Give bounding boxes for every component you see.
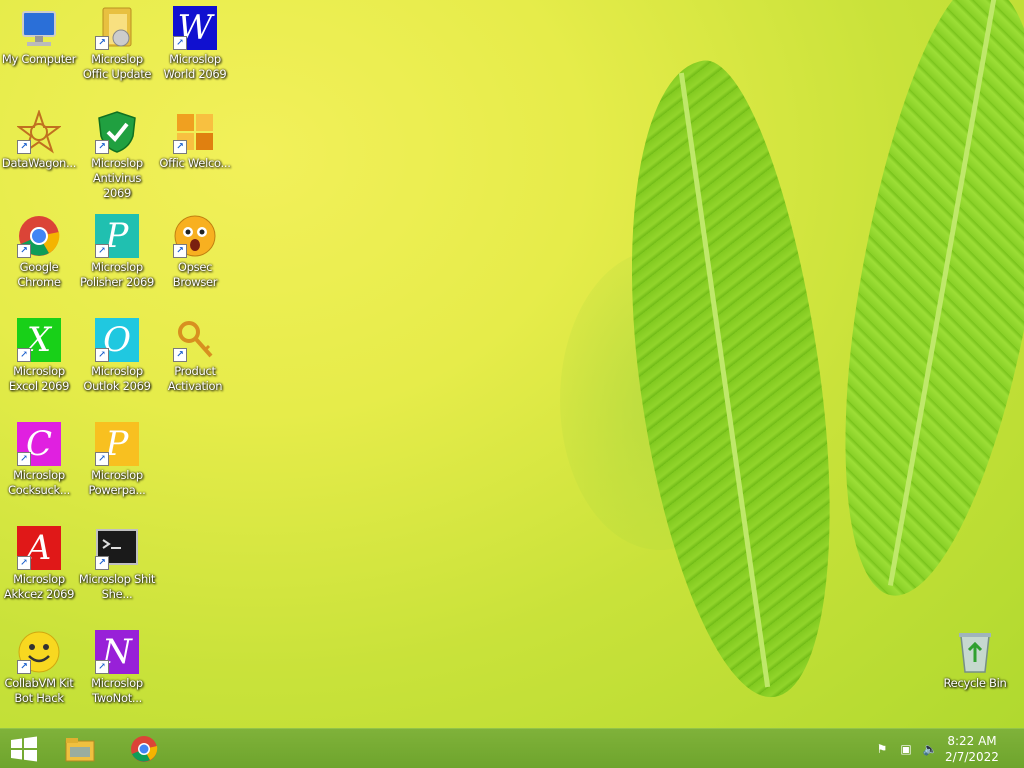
shortcut-arrow-icon: ↗ <box>17 140 31 154</box>
polisher-icon: P ↗ <box>95 214 139 258</box>
desktop-icon-datawagon[interactable]: ↗ DataWagon... <box>0 104 78 171</box>
excel-icon: X ↗ <box>17 318 61 362</box>
key-icon: ↗ <box>173 318 217 362</box>
desktop-icon-microslop-twonot[interactable]: N ↗ Microslop TwoNot... <box>78 624 156 706</box>
desktop-icon-offic-welco[interactable]: ↗ Offic Welco... <box>156 104 234 171</box>
taskbar: ⚑ ▣ 🔈 8:22 AM 2/7/2022 <box>0 728 1024 768</box>
shortcut-arrow-icon: ↗ <box>95 556 109 570</box>
powerpoint-icon: P ↗ <box>95 422 139 466</box>
office-icon: ↗ <box>173 110 217 154</box>
shortcut-arrow-icon: ↗ <box>173 140 187 154</box>
desktop-icon-my-computer[interactable]: My Computer <box>0 0 78 67</box>
folder-update-icon: ↗ <box>95 6 139 50</box>
word-icon: W ↗ <box>173 6 217 50</box>
start-button[interactable] <box>4 733 44 765</box>
taskbar-file-explorer[interactable] <box>60 733 100 765</box>
access-icon: A ↗ <box>17 526 61 570</box>
shortcut-arrow-icon: ↗ <box>173 244 187 258</box>
desktop-icon-opsec-browser[interactable]: ↗ Opsec Browser <box>156 208 234 290</box>
desktop-icon-microslop-world[interactable]: W ↗ Microslop World 2069 <box>156 0 234 82</box>
c-tile-icon: C ↗ <box>17 422 61 466</box>
action-center-flag-icon[interactable]: ⚑ <box>874 741 890 757</box>
shortcut-arrow-icon: ↗ <box>95 140 109 154</box>
shortcut-arrow-icon: ↗ <box>173 348 187 362</box>
clock[interactable]: 8:22 AM 2/7/2022 <box>942 733 1002 765</box>
onenote-icon: N ↗ <box>95 630 139 674</box>
shortcut-arrow-icon: ↗ <box>17 348 31 362</box>
chrome-icon <box>131 736 158 762</box>
shortcut-arrow-icon: ↗ <box>95 348 109 362</box>
shortcut-arrow-icon: ↗ <box>17 556 31 570</box>
terminal-icon: ↗ <box>95 526 139 570</box>
desktop-icon-product-activation[interactable]: ↗ Product Activation <box>156 312 234 394</box>
smiley-icon: ↗ <box>17 630 61 674</box>
shortcut-arrow-icon: ↗ <box>17 660 31 674</box>
desktop-icon-microslop-outlok[interactable]: O ↗ Microslop Outlok 2069 <box>78 312 156 394</box>
desktop-icon-microslop-c[interactable]: C ↗ Microslop Cocksuck... <box>0 416 78 498</box>
desktop-icon-microslop-excol[interactable]: X ↗ Microslop Excol 2069 <box>0 312 78 394</box>
network-icon[interactable]: ▣ <box>898 741 914 757</box>
folder-icon <box>65 738 95 762</box>
volume-muted-icon[interactable]: 🔈 <box>922 741 938 757</box>
desktop-icon-collabvm-bot-hack[interactable]: ↗ CollabVM Kit Bot Hack <box>0 624 78 706</box>
computer-icon <box>17 6 61 50</box>
shortcut-arrow-icon: ↗ <box>95 36 109 50</box>
clock-time: 8:22 AM <box>947 734 997 748</box>
shortcut-arrow-icon: ↗ <box>17 244 31 258</box>
chrome-icon: ↗ <box>17 214 61 258</box>
recycle-bin-icon <box>953 630 997 674</box>
desktop-icon-recycle-bin[interactable]: Recycle Bin <box>936 624 1014 691</box>
desktop-icon-microslop-polisher[interactable]: P ↗ Microslop Polisher 2069 <box>78 208 156 290</box>
shortcut-arrow-icon: ↗ <box>173 36 187 50</box>
desktop-icon-microslop-offic-update[interactable]: ↗ Microslop Offic Update <box>78 0 156 82</box>
shortcut-arrow-icon: ↗ <box>17 452 31 466</box>
outlook-icon: O ↗ <box>95 318 139 362</box>
desktop-icon-microslop-akkcez[interactable]: A ↗ Microslop Akkcez 2069 <box>0 520 78 602</box>
desktop-icon-microslop-antivirus[interactable]: ↗ Microslop Antivirus 2069 <box>78 104 156 201</box>
shortcut-arrow-icon: ↗ <box>95 452 109 466</box>
datawagon-icon: ↗ <box>16 108 62 154</box>
shield-icon: ↗ <box>95 110 139 154</box>
opsec-browser-icon: ↗ <box>173 214 217 258</box>
wallpaper-leaf-right <box>807 0 1024 611</box>
desktop-icon-google-chrome[interactable]: ↗ Google Chrome <box>0 208 78 290</box>
windows-logo-icon <box>11 736 37 762</box>
shortcut-arrow-icon: ↗ <box>95 660 109 674</box>
shortcut-arrow-icon: ↗ <box>95 244 109 258</box>
clock-date: 2/7/2022 <box>945 750 999 764</box>
desktop-icon-microslop-powerpa[interactable]: P ↗ Microslop Powerpa... <box>78 416 156 498</box>
desktop-icon-microslop-shit-she[interactable]: ↗ Microslop Shit She... <box>78 520 156 602</box>
desktop[interactable]: My Computer ↗ DataWagon... ↗ Google Chro… <box>0 0 1024 728</box>
taskbar-chrome[interactable] <box>124 733 164 765</box>
